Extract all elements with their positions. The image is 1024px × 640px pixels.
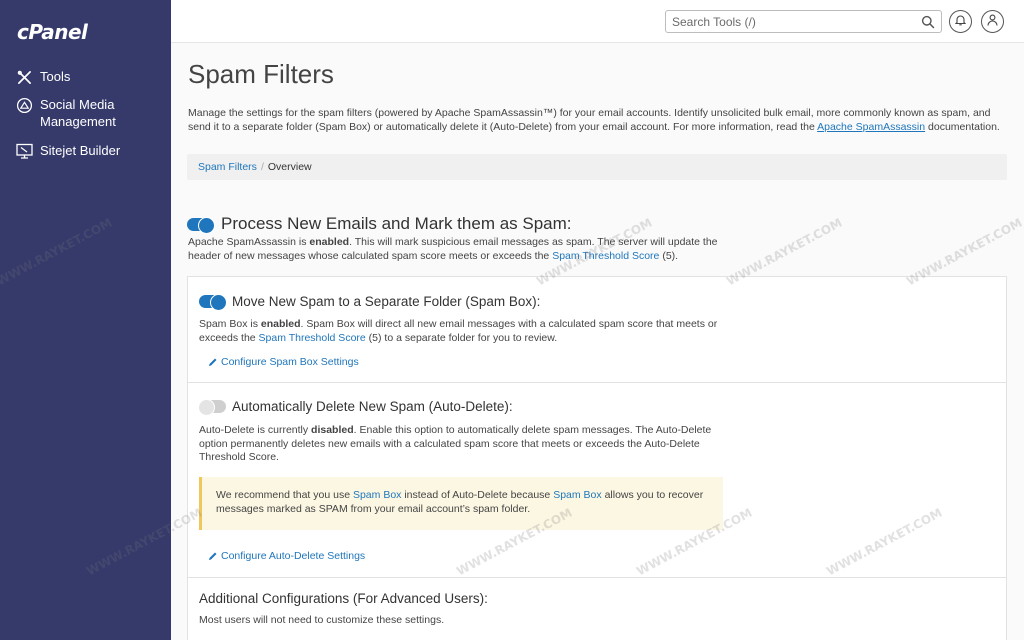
auto-delete-toggle[interactable] [198,399,226,416]
spam-box-section: Move New Spam to a Separate Folder (Spam… [188,277,1006,383]
advanced-description: Most users will not need to customize th… [199,614,445,626]
spam-threshold-link[interactable]: Spam Threshold Score [259,332,366,344]
spam-box-header: Move New Spam to a Separate Folder (Spam… [199,294,541,311]
spam-box-link[interactable]: Spam Box [553,489,601,501]
top-bar [171,0,1024,43]
sidebar-item-label: Tools [40,69,71,84]
tools-icon [15,68,33,86]
process-state: enabled [309,236,350,248]
spam-box-heading: Move New Spam to a Separate Folder (Spam… [232,294,541,309]
spam-box-state: enabled [260,318,301,330]
spam-options-panel: Move New Spam to a Separate Folder (Spam… [187,276,1007,640]
spam-threshold-link[interactable]: Spam Threshold Score [552,250,659,262]
process-heading: Process New Emails and Mark them as Spam… [221,214,572,233]
advanced-section: Additional Configurations (For Advanced … [188,578,1006,640]
notifications-button[interactable] [949,10,972,33]
sidebar-item-sitejet[interactable]: Sitejet Builder [15,142,120,160]
process-section-header: Process New Emails and Mark them as Spam… [187,214,572,234]
auto-delete-warning: We recommend that you use Spam Box inste… [199,477,723,530]
search-box [665,10,942,33]
sidebar-item-label: Sitejet Builder [40,143,121,158]
auto-delete-section: Automatically Delete New Spam (Auto-Dele… [188,383,1006,578]
apache-spamassassin-doc-link[interactable]: Apache SpamAssassin [817,121,925,133]
spam-box-toggle[interactable] [199,294,227,311]
sitejet-icon [15,142,33,160]
spam-box-description: Spam Box is enabled. Spam Box will direc… [199,318,718,344]
advanced-heading: Additional Configurations (For Advanced … [199,591,488,606]
page-title: Spam Filters [188,59,334,89]
advanced-header: Additional Configurations (For Advanced … [199,591,488,606]
process-spam-toggle[interactable] [187,216,215,234]
breadcrumb-separator: / [260,161,264,173]
user-menu-button[interactable] [981,10,1004,33]
page-intro: Manage the settings for the spam filters… [188,107,1000,133]
sidebar-item-tools[interactable]: Tools [15,68,70,86]
breadcrumb-spam-filters[interactable]: Spam Filters [198,161,257,173]
pencil-icon [209,358,217,366]
configure-auto-delete-link[interactable]: Configure Auto-Delete Settings [208,550,365,562]
breadcrumb: Spam Filters / Overview [187,154,1007,180]
cpanel-logo[interactable]: cPanel [17,20,88,44]
configure-spam-box-link[interactable]: Configure Spam Box Settings [208,356,359,368]
social-media-icon [15,96,33,114]
bell-icon [954,13,967,31]
process-description: Apache SpamAssassin is enabled. This wil… [188,236,718,262]
spam-box-link[interactable]: Spam Box [353,489,401,501]
breadcrumb-current: Overview [267,161,312,173]
sidebar-item-social-media[interactable]: Social Media Management [15,96,150,130]
auto-delete-state: disabled [311,424,354,436]
pencil-icon [209,552,217,560]
auto-delete-heading: Automatically Delete New Spam (Auto-Dele… [232,399,513,414]
search-icon[interactable] [921,15,935,29]
main-content: Spam Filters Manage the settings for the… [171,43,1024,640]
user-icon [987,13,998,31]
sidebar-item-label: Social Media Management [40,97,116,129]
search-input[interactable] [666,11,906,32]
auto-delete-header: Automatically Delete New Spam (Auto-Dele… [198,399,513,416]
sidebar: cPanel Tools Social Media Management Sit… [0,0,171,640]
auto-delete-description: Auto-Delete is currently disabled. Enabl… [199,424,712,463]
